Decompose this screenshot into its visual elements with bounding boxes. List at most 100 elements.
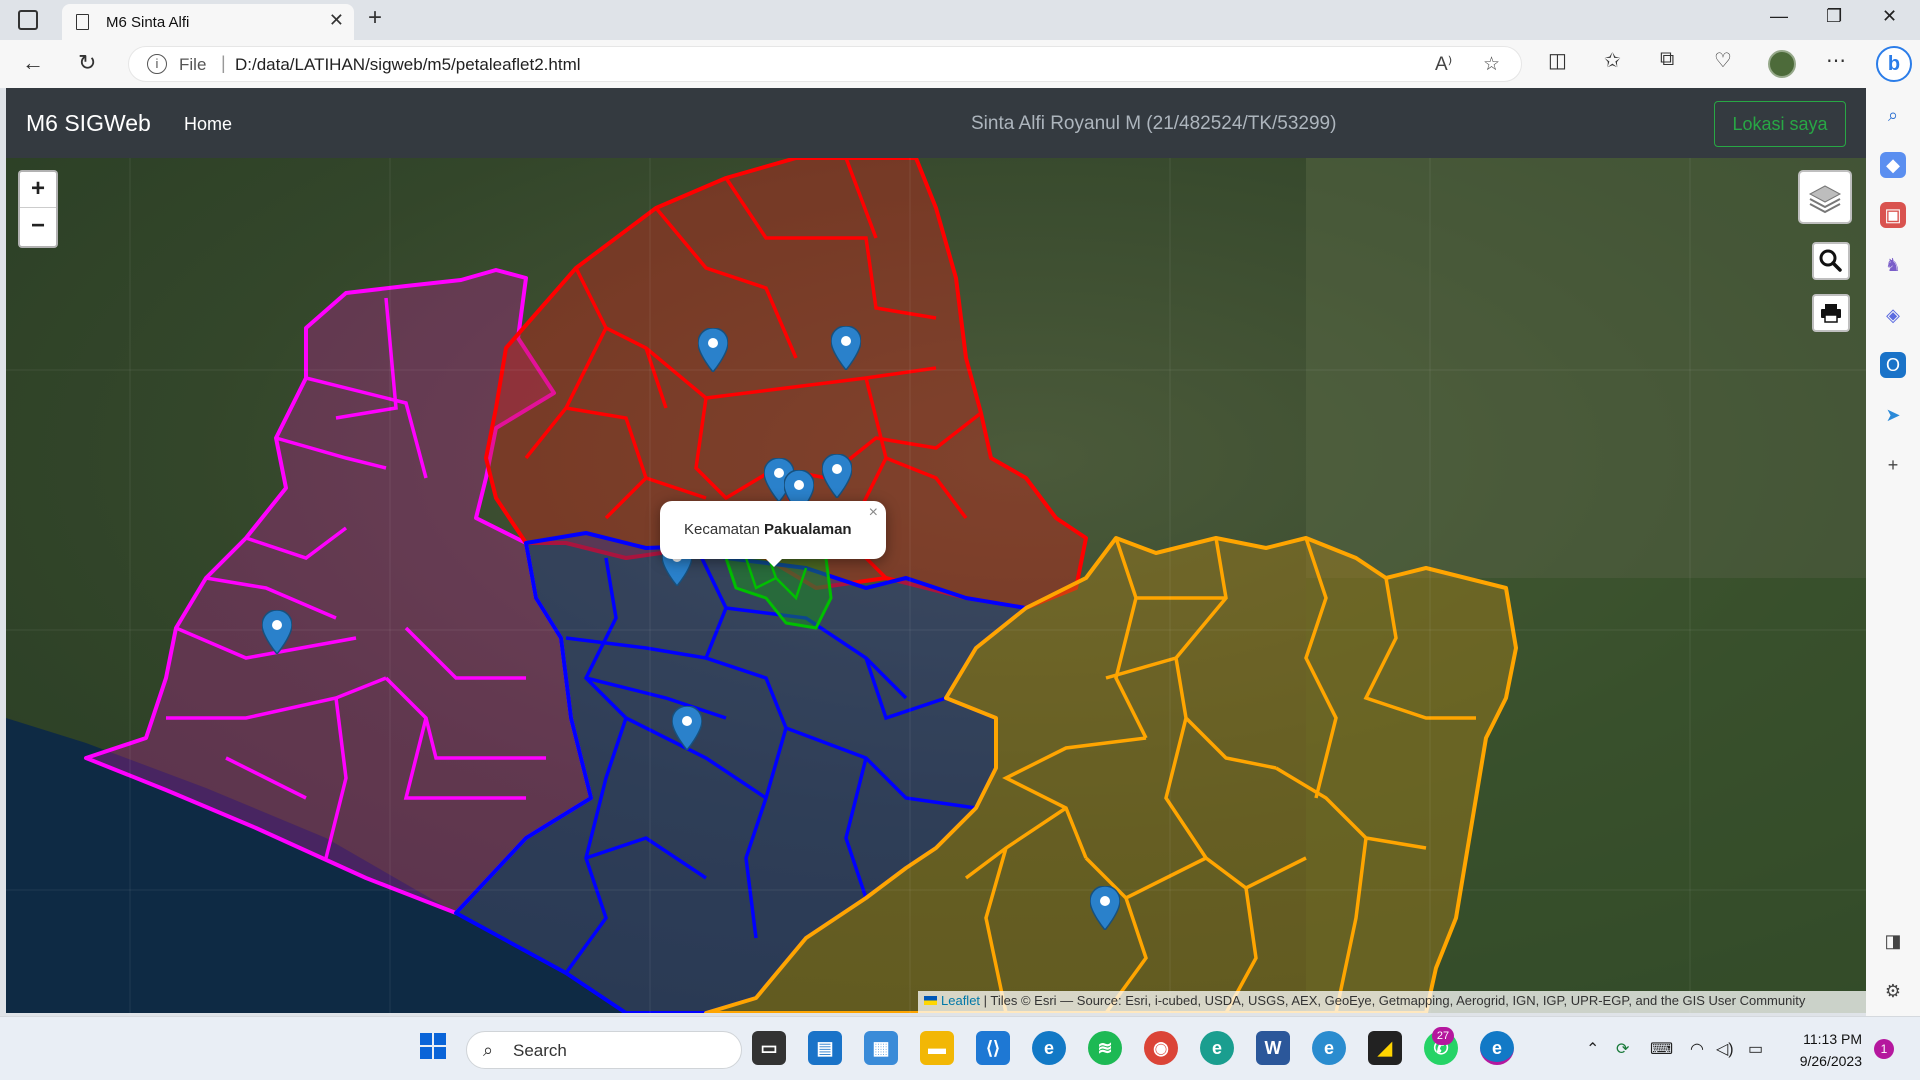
favorite-star-icon[interactable]: ☆ xyxy=(1483,53,1500,76)
navbar-brand[interactable]: M6 SIGWeb xyxy=(26,110,151,137)
control-panel-icon[interactable]: ▦ xyxy=(864,1031,898,1065)
file-icon xyxy=(76,14,89,30)
search-icon: ⌕ xyxy=(483,1040,494,1060)
notification-badge[interactable]: 1 xyxy=(1874,1039,1894,1059)
printer-icon xyxy=(1821,304,1841,323)
edge-dev-icon[interactable]: e xyxy=(1200,1031,1234,1065)
popup-close-button[interactable]: × xyxy=(869,504,878,522)
map-search-button[interactable] xyxy=(1812,242,1850,280)
microsoft-365-icon[interactable]: ◈ xyxy=(1880,302,1906,328)
popup-prefix: Kecamatan xyxy=(684,521,765,538)
back-icon[interactable]: ← xyxy=(22,50,44,76)
tab-title: M6 Sinta Alfi xyxy=(106,14,190,31)
url-text[interactable]: D:/data/LATIHAN/sigweb/m5/petaleaflet2.h… xyxy=(235,55,581,75)
layers-control-button[interactable] xyxy=(1798,170,1852,224)
tab-actions-icon[interactable] xyxy=(18,10,38,30)
favorites-icon[interactable]: ✩ xyxy=(1604,48,1621,73)
map-marker[interactable] xyxy=(698,328,728,372)
leaflet-flag-icon xyxy=(924,996,937,1005)
wifi-icon[interactable]: ◠ xyxy=(1690,1039,1704,1059)
popup-tip xyxy=(764,557,784,567)
sticky-notes-icon[interactable]: ◢ xyxy=(1368,1031,1402,1065)
leaflet-link[interactable]: Leaflet xyxy=(941,993,980,1008)
map-marker[interactable] xyxy=(1090,886,1120,930)
read-aloud-icon[interactable]: A⁾ xyxy=(1435,53,1452,76)
whatsapp-badge: 27 xyxy=(1432,1027,1454,1045)
url-separator: | xyxy=(221,53,226,73)
map-marker[interactable] xyxy=(831,326,861,370)
battery-icon[interactable]: ▭ xyxy=(1748,1039,1763,1059)
sync-icon[interactable]: ⟳ xyxy=(1616,1039,1629,1059)
navbar: M6 SIGWeb Home Sinta Alfi Royanul M (21/… xyxy=(6,88,1866,158)
outlook-icon[interactable]: O xyxy=(1880,352,1906,378)
profile-avatar[interactable] xyxy=(1768,50,1796,78)
vscode-icon[interactable]: ⟨⟩ xyxy=(976,1031,1010,1065)
taskbar-search-box[interactable]: ⌕ Search xyxy=(466,1031,742,1069)
keyboard-icon[interactable]: ⌨ xyxy=(1650,1039,1673,1059)
info-icon[interactable]: i xyxy=(147,54,167,74)
taskbar-search-label: Search xyxy=(513,1041,567,1060)
window-close-icon[interactable]: ✕ xyxy=(1882,6,1897,27)
url-scheme: File xyxy=(179,55,207,74)
clock-time[interactable]: 11:13 PM xyxy=(1778,1031,1862,1047)
map-popup: × Kecamatan Pakualaman xyxy=(660,501,886,567)
tab-strip: M6 Sinta Alfi ✕ + — ❐ ✕ xyxy=(0,0,1920,40)
browser-tab[interactable]: M6 Sinta Alfi ✕ xyxy=(62,4,354,40)
map-attribution: Leaflet | Tiles © Esri — Source: Esri, i… xyxy=(918,991,1866,1013)
clock-date[interactable]: 9/26/2023 xyxy=(1778,1053,1862,1069)
print-button[interactable] xyxy=(1812,294,1850,332)
taskbar: ⌕ Search ▭ ▤ ▦ ▬ ⟨⟩ e ≋ ◉ e W e ◢ ✆ 27 e… xyxy=(0,1016,1920,1080)
bing-copilot-icon[interactable]: b xyxy=(1876,46,1912,82)
map-canvas xyxy=(6,158,1866,1013)
shopping-icon[interactable]: ◆ xyxy=(1880,152,1906,178)
restore-icon[interactable]: ❐ xyxy=(1826,6,1842,27)
map-marker[interactable] xyxy=(822,454,852,498)
layers-icon xyxy=(1808,185,1842,214)
address-bar[interactable]: i File | D:/data/LATIHAN/sigweb/m5/petal… xyxy=(128,46,1522,82)
split-screen-icon[interactable]: ◫ xyxy=(1548,48,1567,73)
attribution-text: | Tiles © Esri — Source: Esri, i-cubed, … xyxy=(980,993,1806,1008)
nav-home-link[interactable]: Home xyxy=(184,114,232,135)
zoom-out-button[interactable]: − xyxy=(20,209,56,245)
word-icon[interactable]: W xyxy=(1256,1031,1290,1065)
web-page: M6 SIGWeb Home Sinta Alfi Royanul M (21/… xyxy=(6,88,1866,1013)
map-marker[interactable] xyxy=(262,610,292,654)
start-button[interactable] xyxy=(416,1031,450,1065)
more-options-icon[interactable]: ⋯ xyxy=(1826,48,1846,73)
volume-icon[interactable]: ◁) xyxy=(1716,1039,1734,1059)
map-marker[interactable] xyxy=(672,706,702,750)
search-icon[interactable]: ⌕ xyxy=(1880,102,1906,128)
author-text: Sinta Alfi Royanul M (21/482524/TK/53299… xyxy=(971,113,1337,134)
widgets-icon[interactable]: ▤ xyxy=(808,1031,842,1065)
games-icon[interactable]: ♞ xyxy=(1880,252,1906,278)
windows-logo-icon xyxy=(420,1033,446,1059)
zoom-control: + − xyxy=(18,170,58,248)
drop-icon[interactable]: ➤ xyxy=(1880,402,1906,428)
popup-content: Kecamatan Pakualaman xyxy=(684,521,852,538)
magnifier-icon xyxy=(1819,249,1842,272)
new-tab-button[interactable]: + xyxy=(368,4,382,32)
browser-essentials-icon[interactable]: ♡ xyxy=(1714,48,1732,73)
edge-sidebar: ⌕ ◆ ▣ ♞ ◈ O ➤ + ◨ ⚙ xyxy=(1866,88,1920,1016)
hide-sidebar-icon[interactable]: ◨ xyxy=(1880,928,1906,954)
zoom-in-button[interactable]: + xyxy=(20,172,56,208)
spotify-icon[interactable]: ≋ xyxy=(1088,1031,1122,1065)
edge-icon[interactable]: e xyxy=(1032,1031,1066,1065)
file-explorer-icon[interactable]: ▬ xyxy=(920,1031,954,1065)
task-view-icon[interactable]: ▭ xyxy=(752,1031,786,1065)
show-hidden-icons[interactable]: ⌃ xyxy=(1586,1039,1599,1059)
add-sidebar-app-icon[interactable]: + xyxy=(1880,452,1906,478)
edge-beta-icon[interactable]: e xyxy=(1312,1031,1346,1065)
refresh-icon[interactable]: ↻ xyxy=(78,50,96,76)
urban-area xyxy=(1306,158,1866,578)
edge-active-icon[interactable]: e xyxy=(1480,1031,1514,1065)
minimize-icon[interactable]: — xyxy=(1770,6,1788,27)
leaflet-map[interactable]: + − × Kecamatan Pakualaman Leaflet | Til… xyxy=(6,158,1866,1013)
tab-close-icon[interactable]: ✕ xyxy=(329,10,344,31)
tools-icon[interactable]: ▣ xyxy=(1880,202,1906,228)
sidebar-settings-icon[interactable]: ⚙ xyxy=(1880,978,1906,1004)
popup-district-name: Pakualaman xyxy=(764,521,852,538)
locate-me-button[interactable]: Lokasi saya xyxy=(1714,101,1846,147)
chrome-icon[interactable]: ◉ xyxy=(1144,1031,1178,1065)
collections-icon[interactable]: ⧉ xyxy=(1660,48,1674,71)
